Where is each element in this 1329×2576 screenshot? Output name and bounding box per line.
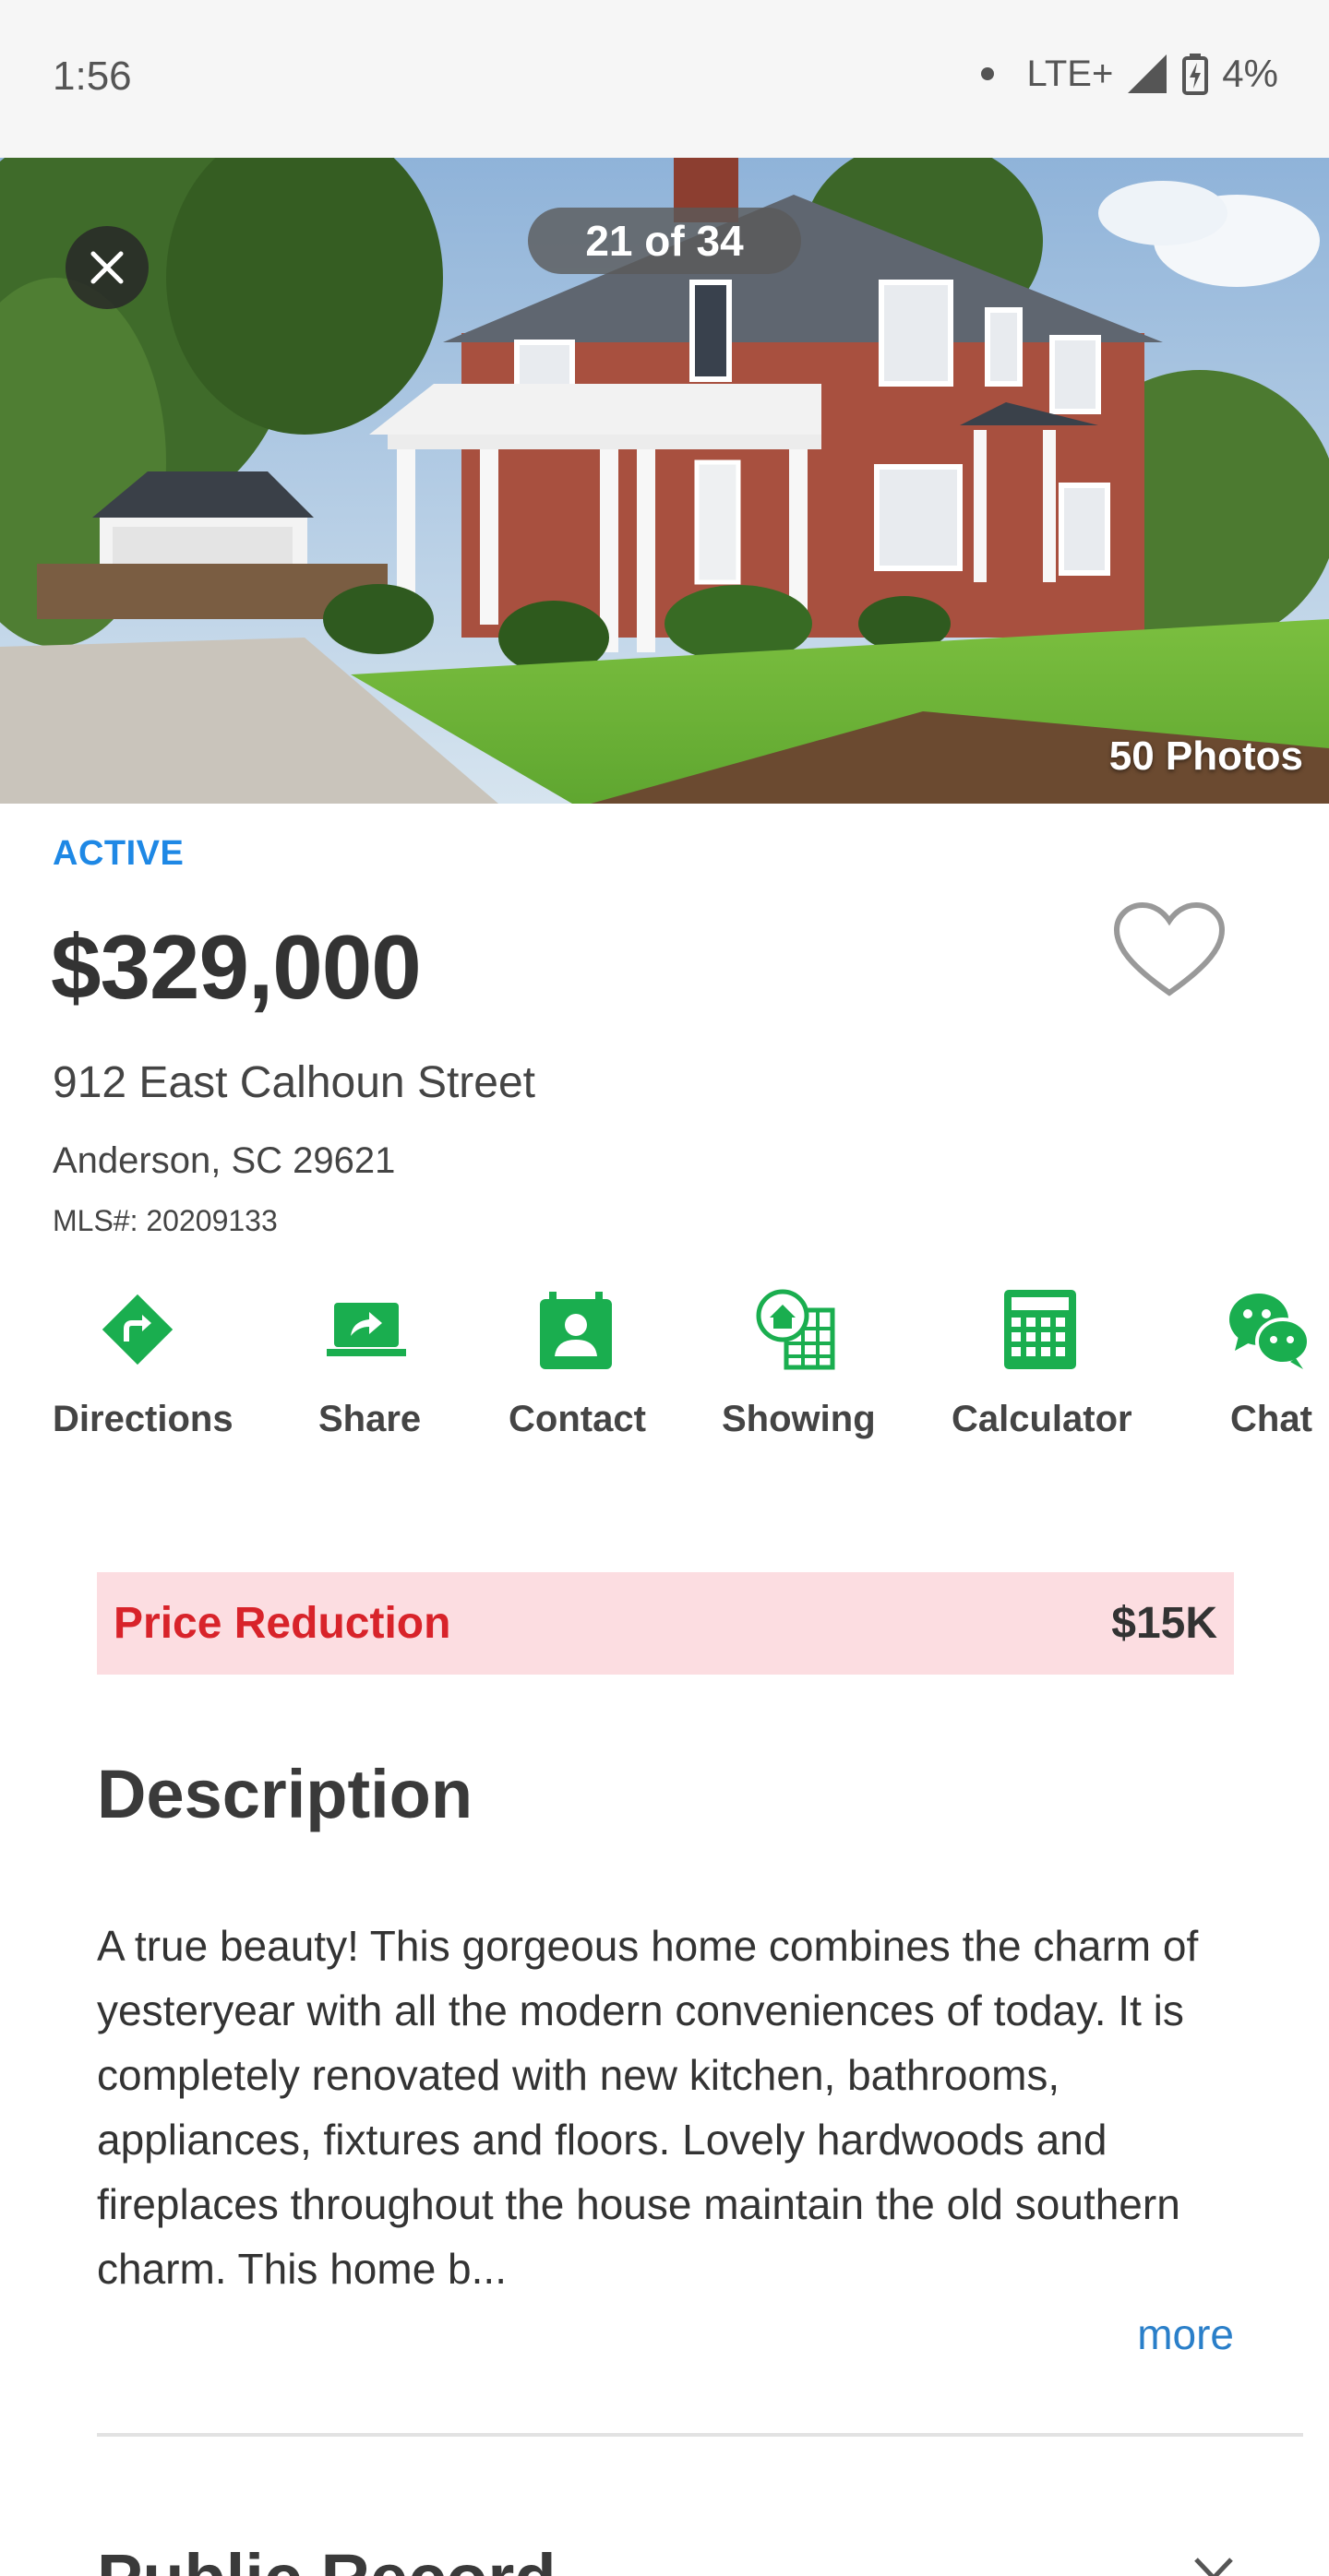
close-gallery-button[interactable] [66,226,149,309]
action-bar: Directions Share Contact Showing Calcula… [0,1288,1329,1454]
contact-icon [540,1292,612,1369]
price-reduction-label: Price Reduction [114,1599,451,1648]
chevron-down-icon[interactable] [1192,2556,1235,2576]
description-heading: Description [97,1756,473,1832]
share-label: Share [318,1399,422,1439]
battery-level: 4% [1222,52,1278,95]
notification-dot-icon [980,67,994,80]
calculator-icon [1004,1290,1076,1369]
signal-icon [1128,54,1167,93]
directions-label: Directions [53,1399,233,1439]
showing-label: Showing [722,1399,876,1439]
listing-mls: MLS#: 20209133 [53,1204,278,1237]
listing-address: 912 East Calhoun Street [53,1058,536,1107]
price-reduction-value: $15K [1111,1599,1217,1648]
description-more-link[interactable]: more [1137,2309,1234,2359]
showing-icon [756,1289,835,1370]
photo-counter: 21 of 34 [528,208,801,274]
section-divider [97,2433,1303,2437]
calculator-label: Calculator [952,1399,1132,1439]
public-record-heading[interactable]: Public Record [97,2539,557,2576]
close-icon [90,251,124,284]
contact-label: Contact [509,1399,646,1439]
battery-charging-icon [1182,54,1209,95]
price-reduction-banner: Price Reduction $15K [97,1572,1234,1675]
photo-gallery[interactable]: 21 of 34 50 Photos [0,158,1329,804]
network-type: LTE+ [1026,53,1114,94]
status-indicators: LTE+ 4% [980,52,1278,96]
status-time: 1:56 [53,54,132,99]
description-text: A true beauty! This gorgeous home combin… [97,1922,1199,2293]
chat-icon [1229,1294,1311,1369]
status-bar: 1:56 LTE+ 4% [0,0,1329,158]
photos-count-link[interactable]: 50 Photos [1109,733,1303,780]
share-icon [327,1303,406,1356]
directions-icon [102,1294,174,1366]
listing-city: Anderson, SC 29621 [53,1140,396,1181]
listing-price: $329,000 [51,916,422,1018]
listing-status: ACTIVE [53,834,185,873]
chat-label: Chat [1230,1399,1312,1439]
favorite-heart-icon[interactable] [1111,900,1227,1000]
